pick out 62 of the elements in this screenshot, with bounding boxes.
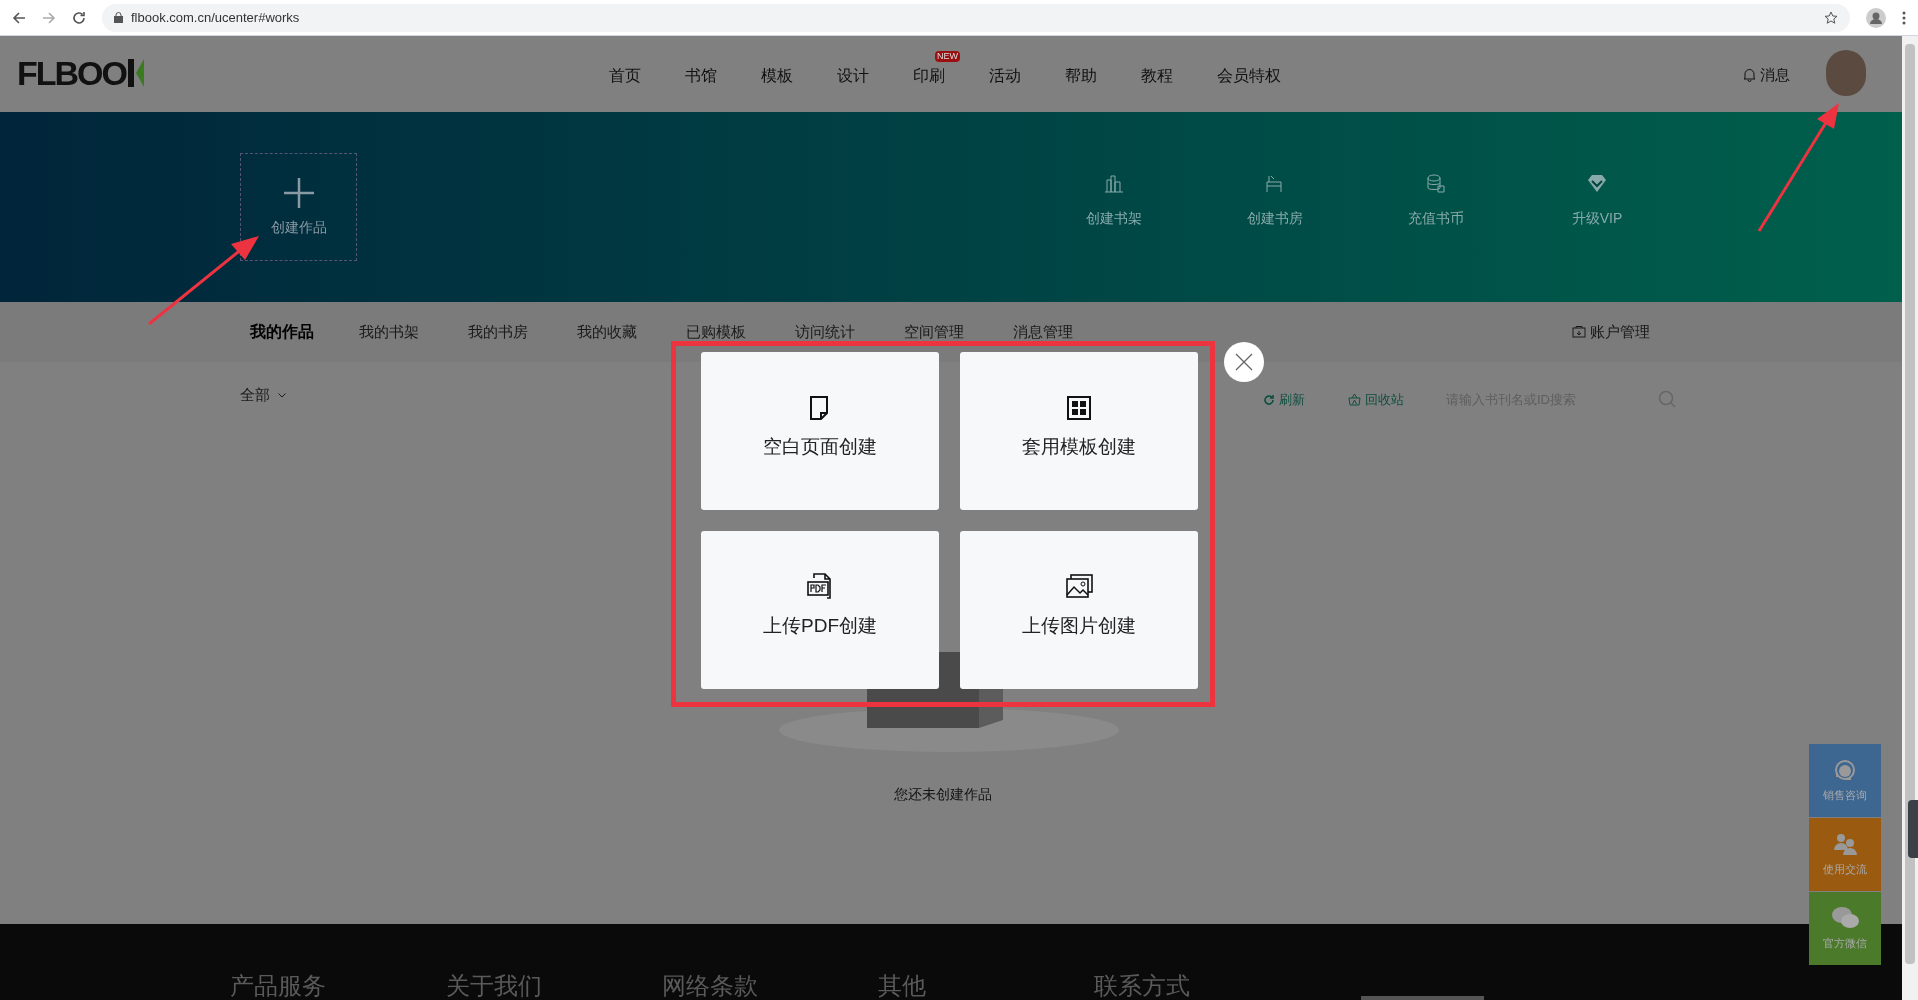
tab[interactable]: 我的收藏 (577, 320, 686, 344)
footer-heading: 网络条款 (662, 974, 758, 998)
plus-icon (282, 176, 315, 209)
footer-heading: 其他 (878, 974, 927, 998)
refresh-button[interactable]: 刷新 (1263, 390, 1305, 410)
menu-icon[interactable] (1902, 10, 1906, 25)
chevron-down-icon (278, 392, 286, 398)
back-icon[interactable] (12, 10, 26, 25)
new-badge: NEW (935, 51, 960, 62)
nav-link[interactable]: 设计 (837, 67, 869, 84)
empty-message: 您还未创建作品 (894, 785, 992, 804)
reload-icon[interactable] (72, 10, 86, 25)
nav-link[interactable]: 模板 (761, 67, 793, 84)
nav-link[interactable]: 教程 (1141, 67, 1173, 84)
tab[interactable]: 消息管理 (1013, 320, 1122, 344)
url-text: flbook.com.cn/ucenter#works (131, 8, 300, 27)
side-handle[interactable] (1908, 800, 1918, 858)
profile-icon[interactable] (1866, 7, 1886, 28)
star-icon[interactable] (1824, 10, 1838, 25)
recycle-bin-button[interactable]: 回收站 (1348, 390, 1404, 410)
nav-link[interactable]: 活动 (989, 67, 1021, 84)
logo[interactable]: FLBOO (17, 56, 126, 90)
create-option-card[interactable]: 空白页面创建 (701, 352, 939, 510)
messages-link[interactable]: 消息 (1743, 64, 1790, 87)
bookshelf-icon (1102, 172, 1126, 196)
create-option-card[interactable]: 上传图片创建 (960, 531, 1198, 689)
footer-heading: 产品服务 (230, 974, 326, 998)
banner-action[interactable]: 创建书架 (1074, 172, 1154, 229)
nav-link[interactable]: 书馆 (685, 67, 717, 84)
account-link[interactable]: 账户管理 (1572, 320, 1650, 344)
banner-action[interactable]: 升级VIP (1557, 172, 1637, 229)
nav-link[interactable]: 帮助 (1065, 67, 1097, 84)
side-widget-button[interactable]: 销售咨询 (1809, 744, 1881, 817)
tab[interactable]: 已购模板 (686, 320, 795, 344)
create-option-card[interactable]: 上传PDF创建 (701, 531, 939, 689)
refresh-icon (1263, 393, 1275, 406)
banner-action[interactable]: 充值书币 (1396, 172, 1476, 229)
account-icon (1572, 326, 1586, 338)
coins-icon (1424, 172, 1448, 196)
banner-action[interactable]: 创建书房 (1235, 172, 1315, 229)
bell-icon (1743, 68, 1756, 83)
tab[interactable]: 空间管理 (904, 320, 1013, 344)
people-icon (1831, 831, 1859, 858)
nav-link[interactable]: 首页 (609, 67, 641, 84)
tab[interactable]: 访问统计 (795, 320, 904, 344)
tab[interactable]: 我的书房 (468, 320, 577, 344)
nav-link[interactable]: 印刷 (913, 67, 945, 84)
footer-heading: 联系方式 (1094, 974, 1190, 998)
side-widget-button[interactable]: 使用交流 (1809, 818, 1881, 891)
basket-icon (1348, 393, 1361, 407)
scrollbar[interactable] (1902, 36, 1918, 1000)
nav-link[interactable]: 会员特权 (1217, 67, 1281, 84)
filter-dropdown[interactable]: 全部 (240, 384, 286, 407)
logo-mark-icon (126, 57, 146, 89)
scrollbar-thumb[interactable] (1905, 44, 1915, 964)
address-bar[interactable]: flbook.com.cn/ucenter#works (102, 3, 1850, 32)
tab[interactable]: 我的书架 (359, 320, 468, 344)
lock-icon (114, 12, 123, 23)
tab[interactable]: 我的作品 (250, 320, 359, 344)
footer-heading: 关于我们 (446, 974, 542, 998)
create-option-card[interactable]: 套用模板创建 (960, 352, 1198, 510)
close-icon (1235, 353, 1253, 371)
